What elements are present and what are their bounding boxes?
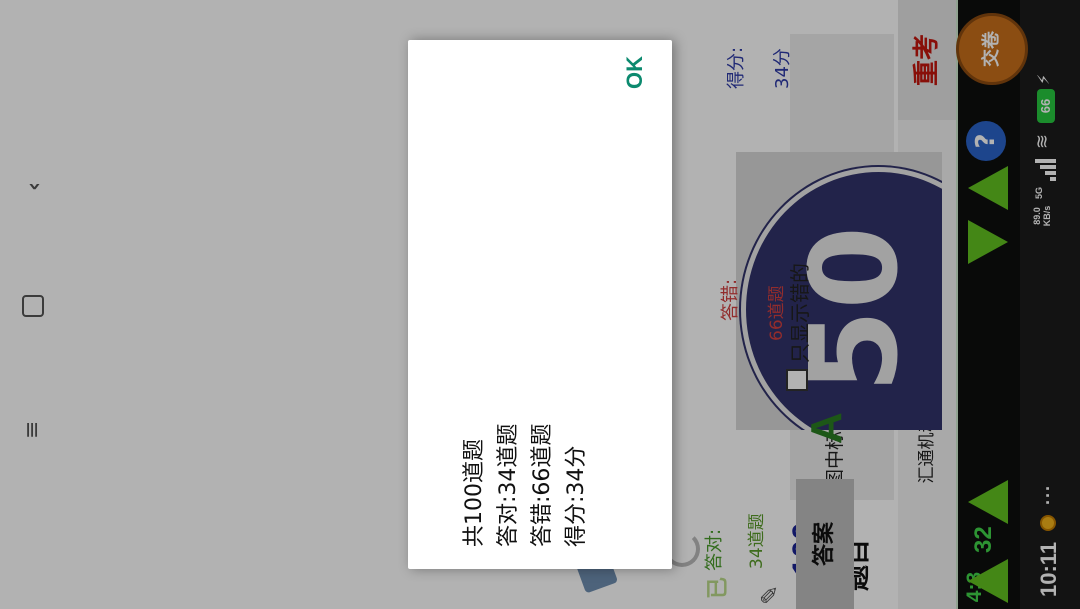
dialog-message: 共100道题 答对:34道题 答错:66道题 得分:34分 — [458, 424, 594, 547]
rotated-screen: 10:11 ··· 89.0 KB/s 5G ≋ 66 ⚡ 4:3 32 汇通机… — [0, 0, 1080, 609]
dialog-line-wrong: 答错:66道题 — [530, 423, 555, 547]
dialog-line-total: 共100道题 — [462, 439, 487, 547]
result-dialog: 共100道题 答对:34道题 答错:66道题 得分:34分 OK — [408, 40, 672, 569]
ok-button[interactable]: OK — [622, 56, 648, 89]
dialog-line-score: 得分:34分 — [564, 445, 589, 547]
dialog-line-correct: 答对:34道题 — [496, 423, 521, 547]
